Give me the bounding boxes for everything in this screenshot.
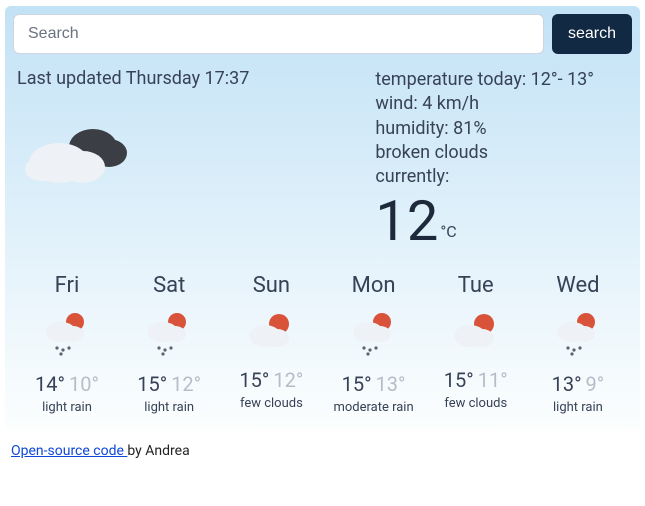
day-temps: 13°9° [552, 372, 605, 396]
search-input[interactable] [13, 14, 544, 54]
temp-high: 14° [35, 372, 65, 396]
source-link[interactable]: Open-source code [11, 443, 127, 459]
current-section: Last updated Thursday 17:37 [13, 54, 632, 253]
weather-panel: search Last updated Thursday 17:37 [5, 6, 640, 431]
day-temps: 15°11° [444, 368, 508, 392]
forecast-day: Sat 15°12° light rain [121, 273, 217, 415]
temp-high: 13° [552, 372, 582, 396]
wind-text: wind: 4 km/h [375, 92, 628, 116]
current-temp: 12 °C [375, 193, 628, 249]
temp-low: 10° [69, 372, 99, 396]
forecast-day: Fri 14°10° light rain [19, 273, 115, 415]
temperature-range: temperature today: 12°- 13° [375, 68, 628, 92]
day-name: Mon [352, 273, 396, 298]
temp-high: 15° [444, 368, 474, 392]
footer: Open-source code by Andrea [5, 431, 640, 471]
day-desc: few clouds [444, 396, 507, 411]
day-temps: 15°13° [342, 372, 406, 396]
day-temps: 14°10° [35, 372, 99, 396]
day-desc: few clouds [240, 396, 303, 411]
day-name: Sat [153, 273, 185, 298]
forecast-day: Sun 15°12° few clouds [223, 273, 319, 415]
forecast-row: Fri14°10°light rainSat15°12°light rainSu… [13, 253, 632, 415]
day-temps: 15°12° [137, 372, 201, 396]
day-desc: light rain [144, 400, 194, 415]
temp-low: 9° [586, 372, 605, 396]
day-name: Sun [253, 273, 290, 298]
cloud-sun-icon [452, 310, 500, 358]
rain-sun-icon [554, 310, 602, 362]
day-name: Tue [458, 273, 494, 298]
author-text: by Andrea [127, 443, 189, 459]
temp-high: 15° [137, 372, 167, 396]
rain-sun-icon [350, 310, 398, 362]
temp-unit: °C [438, 222, 456, 249]
day-name: Wed [556, 273, 599, 298]
day-desc: light rain [42, 400, 92, 415]
temp-high: 15° [239, 368, 269, 392]
search-button[interactable]: search [552, 14, 632, 54]
humidity-text: humidity: 81% [375, 117, 628, 141]
currently-label: currently: [375, 165, 628, 189]
day-temps: 15°12° [239, 368, 303, 392]
broken-clouds-icon [21, 117, 371, 201]
day-name: Fri [55, 273, 80, 298]
day-desc: light rain [553, 400, 603, 415]
temp-value: 12 [375, 193, 438, 249]
rain-sun-icon [43, 310, 91, 362]
forecast-day: Tue 15°11° few clouds [428, 273, 524, 415]
current-stats: temperature today: 12°- 13° wind: 4 km/h… [375, 68, 628, 189]
cloud-sun-icon [247, 310, 295, 358]
forecast-day: Mon 15°13° moderate rain [326, 273, 422, 415]
temp-high: 15° [342, 372, 372, 396]
forecast-day: Wed 13°9° light rain [530, 273, 626, 415]
conditions-text: broken clouds [375, 141, 628, 165]
day-desc: moderate rain [333, 400, 413, 415]
search-row: search [13, 14, 632, 54]
temp-low: 11° [478, 368, 508, 392]
temp-low: 12° [171, 372, 201, 396]
rain-sun-icon [145, 310, 193, 362]
last-updated-text: Last updated Thursday 17:37 [17, 68, 371, 89]
temp-low: 13° [376, 372, 406, 396]
temp-low: 12° [273, 368, 303, 392]
